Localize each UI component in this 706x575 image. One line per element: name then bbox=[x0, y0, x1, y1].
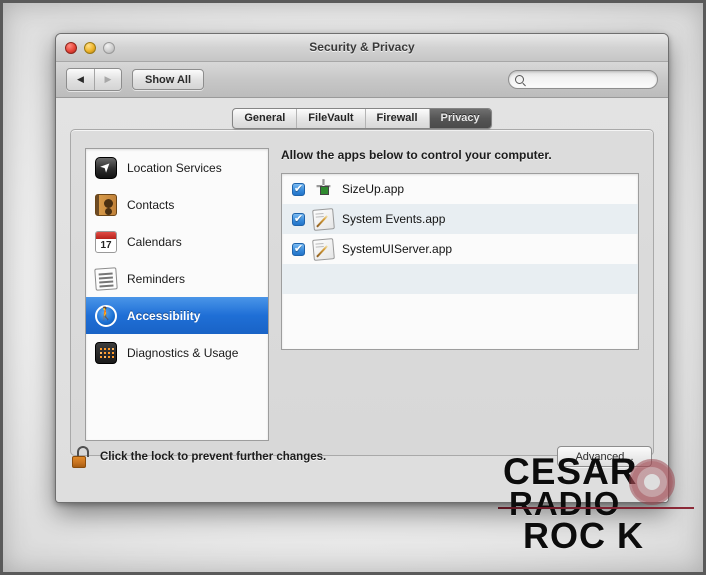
advanced-button[interactable]: Advanced... bbox=[557, 446, 652, 467]
watermark-red-line bbox=[498, 507, 694, 509]
diagnostics-icon bbox=[95, 341, 117, 364]
script-editor-icon bbox=[312, 207, 335, 231]
app-checkbox[interactable] bbox=[292, 182, 305, 196]
tab-firewall[interactable]: Firewall bbox=[364, 109, 429, 128]
table-row[interactable]: SystemUIServer.app bbox=[282, 234, 638, 264]
privacy-category-list[interactable]: Location Services Contacts 17 Calendars bbox=[85, 148, 269, 441]
app-checkbox[interactable] bbox=[292, 242, 305, 256]
sidebar-item-label: Reminders bbox=[127, 271, 186, 286]
calendar-icon: 17 bbox=[95, 230, 117, 253]
lock-hint-label: Click the lock to prevent further change… bbox=[100, 451, 327, 463]
sidebar-item-label: Accessibility bbox=[127, 308, 201, 323]
navigation-segmented-control: ◀ ▶ bbox=[66, 68, 122, 91]
padlock-body bbox=[72, 456, 86, 468]
sidebar-item-accessibility[interactable]: Accessibility bbox=[86, 297, 268, 334]
script-editor-icon bbox=[312, 237, 335, 261]
app-checkbox[interactable] bbox=[292, 212, 305, 226]
watermark-line-3: ROC K bbox=[523, 515, 644, 557]
location-services-icon bbox=[95, 156, 117, 179]
window-titlebar: Security & Privacy bbox=[56, 34, 668, 62]
page-backdrop: Security & Privacy ◀ ▶ Show All General … bbox=[0, 0, 706, 575]
table-row[interactable]: System Events.app bbox=[282, 204, 638, 234]
reminders-icon bbox=[94, 266, 118, 291]
calendar-icon-header bbox=[96, 231, 116, 239]
sidebar-item-contacts[interactable]: Contacts bbox=[86, 186, 268, 223]
forward-button[interactable]: ▶ bbox=[94, 69, 121, 90]
privacy-pane: Location Services Contacts 17 Calendars bbox=[70, 129, 654, 456]
sidebar-item-label: Contacts bbox=[127, 197, 175, 212]
accessibility-detail-panel: Allow the apps below to control your com… bbox=[281, 148, 639, 441]
contacts-icon bbox=[95, 193, 117, 216]
tab-privacy[interactable]: Privacy bbox=[428, 109, 491, 128]
unlocked-padlock-icon[interactable] bbox=[72, 446, 91, 468]
sidebar-item-reminders[interactable]: Reminders bbox=[86, 260, 268, 297]
tab-bar: General FileVault Firewall Privacy bbox=[232, 108, 492, 129]
window-body: General FileVault Firewall Privacy Locat… bbox=[56, 98, 668, 502]
tab-filevault[interactable]: FileVault bbox=[296, 109, 364, 128]
allowed-apps-list[interactable]: SizeUp.app System Events.app SystemUISer… bbox=[281, 173, 639, 350]
sidebar-item-label: Calendars bbox=[127, 234, 182, 249]
app-name-label: SizeUp.app bbox=[342, 182, 405, 196]
search-icon bbox=[515, 75, 524, 84]
window-toolbar: ◀ ▶ Show All bbox=[56, 62, 668, 98]
app-name-label: System Events.app bbox=[342, 212, 446, 226]
accessibility-icon bbox=[95, 304, 117, 327]
table-row-empty bbox=[282, 294, 638, 324]
app-name-label: SystemUIServer.app bbox=[342, 242, 453, 256]
search-field[interactable] bbox=[508, 70, 658, 89]
show-all-button[interactable]: Show All bbox=[132, 69, 205, 90]
search-input[interactable] bbox=[528, 74, 648, 85]
sidebar-item-label: Location Services bbox=[127, 160, 222, 175]
back-button[interactable]: ◀ bbox=[67, 69, 94, 90]
allow-apps-label: Allow the apps below to control your com… bbox=[281, 148, 552, 162]
sidebar-item-diagnostics-usage[interactable]: Diagnostics & Usage bbox=[86, 334, 268, 371]
window-bottom-bar: Click the lock to prevent further change… bbox=[56, 432, 668, 502]
table-row[interactable]: SizeUp.app bbox=[282, 174, 638, 204]
lock-area[interactable]: Click the lock to prevent further change… bbox=[72, 446, 326, 468]
sizeup-icon bbox=[313, 176, 334, 200]
tab-general[interactable]: General bbox=[233, 109, 296, 128]
sidebar-item-calendars[interactable]: 17 Calendars bbox=[86, 223, 268, 260]
table-row-empty bbox=[282, 264, 638, 294]
sidebar-item-label: Diagnostics & Usage bbox=[127, 345, 239, 360]
window-title: Security & Privacy bbox=[309, 40, 415, 54]
tab-bar-wrapper: General FileVault Firewall Privacy bbox=[70, 108, 654, 129]
calendar-icon-day: 17 bbox=[100, 239, 112, 251]
security-privacy-window: Security & Privacy ◀ ▶ Show All General … bbox=[55, 33, 669, 503]
sidebar-item-location-services[interactable]: Location Services bbox=[86, 149, 268, 186]
